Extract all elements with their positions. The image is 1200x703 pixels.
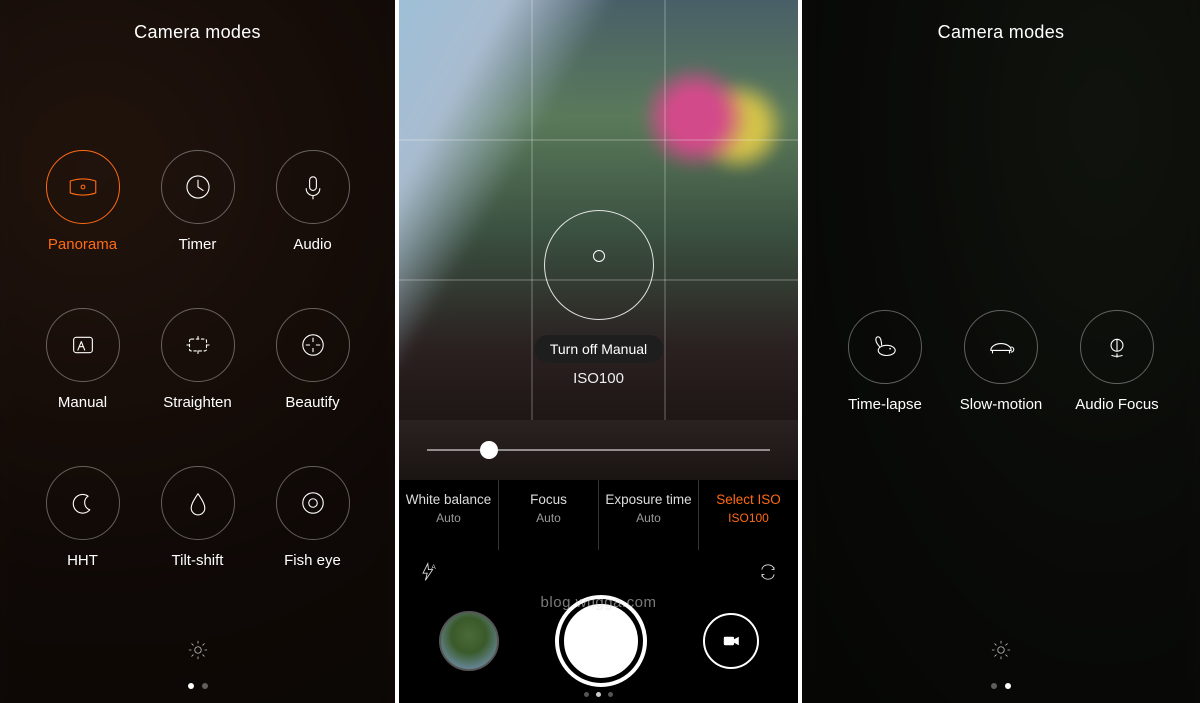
mode-grid: Panorama Timer Audio Manual Straighten B… — [0, 150, 395, 569]
switch-camera-icon — [756, 560, 780, 584]
page-dot — [991, 683, 997, 689]
timer-icon — [181, 170, 215, 204]
page-dot — [1005, 683, 1011, 689]
turtle-icon — [984, 330, 1018, 364]
panorama-icon — [66, 170, 100, 204]
mode-beautify[interactable]: Beautify — [255, 308, 370, 411]
param-value: Auto — [505, 511, 592, 525]
param-focus[interactable]: Focus Auto — [499, 480, 599, 550]
mode-label: Panorama — [25, 236, 140, 253]
mode-label: Slow-motion — [943, 396, 1059, 413]
settings-button[interactable] — [0, 637, 395, 663]
gear-icon — [988, 637, 1014, 663]
page-dot — [188, 683, 194, 689]
mode-slow-motion[interactable]: Slow-motion — [943, 310, 1059, 413]
param-label: White balance — [405, 492, 492, 507]
param-select-iso[interactable]: Select ISO ISO100 — [699, 480, 798, 550]
mode-label: Tilt-shift — [140, 552, 255, 569]
flash-auto-icon: A — [417, 560, 441, 584]
mode-label: Straighten — [140, 394, 255, 411]
param-label: Select ISO — [705, 492, 792, 507]
mode-fish-eye[interactable]: Fish eye — [255, 466, 370, 569]
param-value: Auto — [405, 511, 492, 525]
mode-time-lapse[interactable]: Time-lapse — [827, 310, 943, 413]
gear-icon — [185, 637, 211, 663]
mode-audio[interactable]: Audio — [255, 150, 370, 253]
mode-hht[interactable]: HHT — [25, 466, 140, 569]
video-icon — [719, 629, 743, 653]
mode-straighten[interactable]: Straighten — [140, 308, 255, 411]
fisheye-icon — [296, 486, 330, 520]
param-label: Focus — [505, 492, 592, 507]
page-indicator — [802, 683, 1200, 689]
page-indicator — [0, 683, 395, 689]
page-title: Camera modes — [802, 22, 1200, 43]
camera-modes-panel-1: Camera modes Panorama Timer Audio Manual… — [0, 0, 395, 703]
video-mode-button[interactable] — [703, 613, 759, 669]
mode-timer[interactable]: Timer — [140, 150, 255, 253]
manual-icon — [66, 328, 100, 362]
mode-grid: Time-lapse Slow-motion Audio Focus — [802, 310, 1200, 413]
mode-label: Timer — [140, 236, 255, 253]
iso-slider[interactable] — [427, 449, 770, 451]
audio-focus-icon — [1100, 330, 1134, 364]
svg-text:A: A — [431, 564, 436, 571]
camera-modes-panel-2: Camera modes Time-lapse Slow-motion Audi… — [802, 0, 1200, 703]
gallery-thumbnail[interactable] — [439, 611, 499, 671]
mode-label: Time-lapse — [827, 396, 943, 413]
camera-viewfinder-panel: Turn off Manual ISO100 White balance Aut… — [399, 0, 798, 703]
bottom-bar: A — [399, 550, 798, 703]
mode-label: Audio Focus — [1059, 396, 1175, 413]
page-title: Camera modes — [0, 22, 395, 43]
beautify-icon — [296, 328, 330, 362]
mode-label: HHT — [25, 552, 140, 569]
mode-label: Manual — [25, 394, 140, 411]
param-white-balance[interactable]: White balance Auto — [399, 480, 499, 550]
moon-icon — [66, 486, 100, 520]
param-value: Auto — [605, 511, 692, 525]
page-dot — [202, 683, 208, 689]
page-indicator — [399, 692, 798, 697]
microphone-icon — [296, 170, 330, 204]
droplet-icon — [181, 486, 215, 520]
mode-panorama[interactable]: Panorama — [25, 150, 140, 253]
mode-manual[interactable]: Manual — [25, 308, 140, 411]
page-dot — [608, 692, 613, 697]
param-exposure-time[interactable]: Exposure time Auto — [599, 480, 699, 550]
viewfinder[interactable]: Turn off Manual ISO100 — [399, 0, 798, 420]
flash-auto-button[interactable]: A — [417, 560, 441, 589]
mode-label: Fish eye — [255, 552, 370, 569]
rabbit-icon — [868, 330, 902, 364]
page-dot — [584, 692, 589, 697]
mode-audio-focus[interactable]: Audio Focus — [1059, 310, 1175, 413]
slider-thumb[interactable] — [480, 441, 498, 459]
page-dot — [596, 692, 601, 697]
settings-button[interactable] — [802, 637, 1200, 663]
mode-label: Audio — [255, 236, 370, 253]
shutter-button[interactable] — [559, 599, 643, 683]
iso-readout: ISO100 — [573, 370, 624, 387]
straighten-icon — [181, 328, 215, 362]
mode-label: Beautify — [255, 394, 370, 411]
manual-params-row: White balance Auto Focus Auto Exposure t… — [399, 480, 798, 550]
focus-ring[interactable] — [544, 210, 654, 320]
param-value: ISO100 — [705, 511, 792, 525]
turn-off-manual-button[interactable]: Turn off Manual — [534, 335, 663, 363]
switch-camera-button[interactable] — [756, 560, 780, 589]
iso-slider-row — [399, 420, 798, 480]
mode-tilt-shift[interactable]: Tilt-shift — [140, 466, 255, 569]
param-label: Exposure time — [605, 492, 692, 507]
